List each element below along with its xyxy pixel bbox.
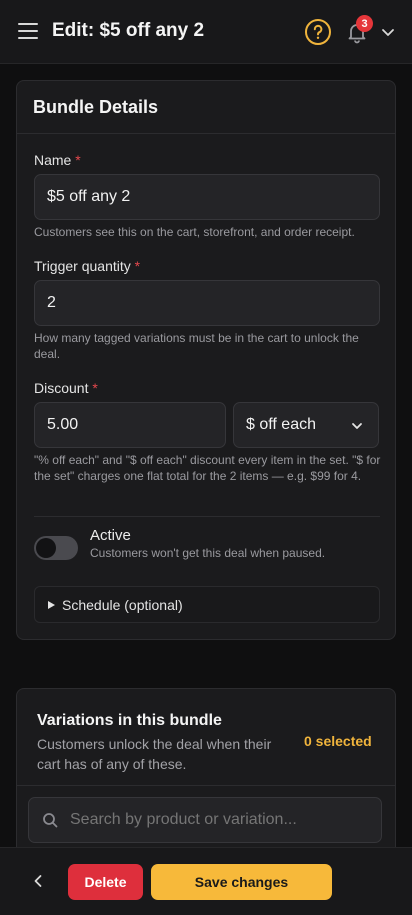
hamburger-menu-icon[interactable] bbox=[18, 23, 38, 41]
chevron-down-icon[interactable] bbox=[380, 24, 396, 40]
name-label: Name * bbox=[34, 152, 81, 168]
page-title: Edit: $5 off any 2 bbox=[52, 20, 205, 41]
active-help-text: Customers won't get this deal when pause… bbox=[90, 546, 326, 560]
bundle-details-card: Bundle Details Name * Customers see this… bbox=[16, 80, 396, 640]
notification-count-badge: 3 bbox=[356, 15, 373, 32]
required-marker: * bbox=[75, 152, 81, 168]
help-icon[interactable] bbox=[304, 18, 332, 46]
required-marker: * bbox=[92, 380, 98, 396]
divider bbox=[34, 516, 380, 517]
schedule-disclosure[interactable]: Schedule (optional) bbox=[34, 586, 380, 623]
active-toggle[interactable] bbox=[34, 536, 78, 560]
variation-search-input[interactable] bbox=[28, 797, 382, 843]
trigger-quantity-label: Trigger quantity * bbox=[34, 258, 141, 274]
disclosure-triangle-icon bbox=[48, 601, 55, 609]
name-help-text: Customers see this on the cart, storefro… bbox=[34, 225, 355, 239]
discount-type-select[interactable]: $ off each bbox=[233, 402, 379, 448]
name-input[interactable] bbox=[34, 174, 380, 220]
schedule-label: Schedule (optional) bbox=[62, 597, 183, 613]
top-header: Edit: $5 off any 2 3 bbox=[0, 0, 412, 64]
divider bbox=[17, 785, 395, 786]
active-label: Active bbox=[90, 527, 131, 544]
chevron-left-icon[interactable] bbox=[30, 873, 46, 889]
variations-subtitle: Customers unlock the deal when their car… bbox=[37, 736, 272, 772]
required-marker: * bbox=[134, 258, 141, 274]
bottom-action-bar: Delete Save changes bbox=[0, 847, 412, 915]
chevron-down-icon bbox=[352, 423, 362, 429]
trigger-quantity-input[interactable] bbox=[34, 280, 380, 326]
discount-amount-input[interactable] bbox=[34, 402, 226, 448]
card-title: Bundle Details bbox=[33, 97, 159, 117]
discount-help-text: "% off each" and "$ off each" discount e… bbox=[34, 453, 381, 483]
toggle-knob bbox=[36, 538, 56, 558]
card-header: Bundle Details bbox=[17, 81, 395, 134]
delete-button[interactable]: Delete bbox=[68, 864, 143, 900]
save-changes-button[interactable]: Save changes bbox=[151, 864, 332, 900]
discount-type-value: $ off each bbox=[246, 416, 316, 433]
discount-label: Discount * bbox=[34, 380, 98, 396]
variations-title: Variations in this bundle bbox=[37, 712, 222, 729]
selected-count: 0 selected bbox=[304, 733, 372, 749]
search-icon bbox=[43, 813, 58, 828]
trigger-quantity-help-text: How many tagged variations must be in th… bbox=[34, 331, 359, 361]
